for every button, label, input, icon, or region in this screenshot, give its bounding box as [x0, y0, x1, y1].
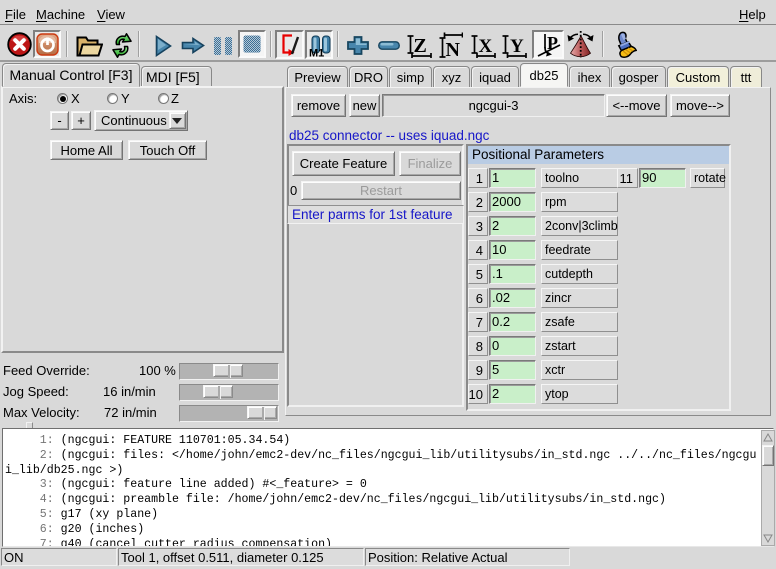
svg-text:X: X — [479, 36, 493, 57]
svg-text:M1: M1 — [309, 48, 324, 58]
svg-text:Z: Z — [414, 35, 427, 57]
svg-text:Y: Y — [510, 36, 524, 57]
svg-text:N: N — [446, 39, 461, 59]
